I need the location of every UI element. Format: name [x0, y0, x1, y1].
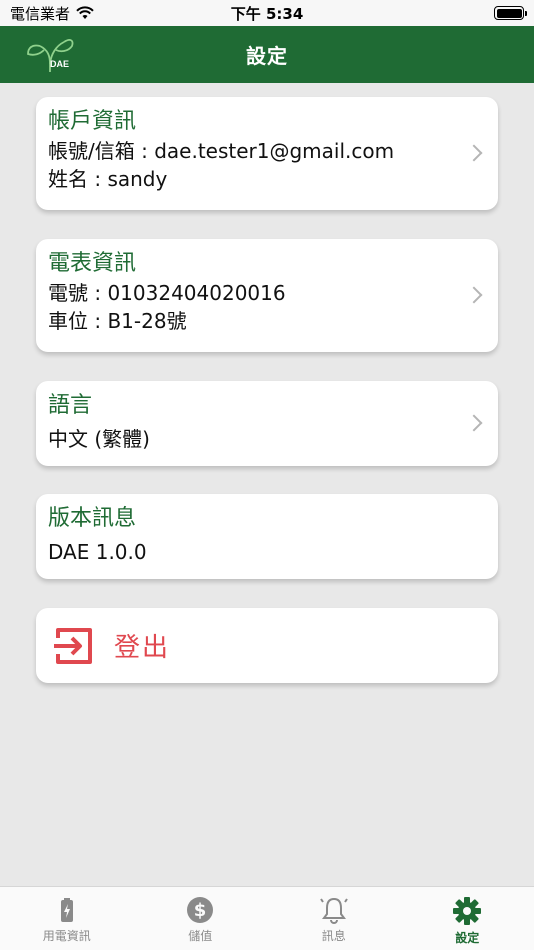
- tab-messages[interactable]: 訊息: [267, 887, 401, 950]
- account-name-label: 姓名: [48, 167, 88, 191]
- language-card[interactable]: 語言 中文 (繁體): [36, 381, 498, 466]
- version-title: 版本訊息: [48, 506, 137, 531]
- meter-number-label: 電號: [48, 281, 88, 305]
- tab-topup[interactable]: $ 儲值: [134, 887, 268, 950]
- language-value: 中文 (繁體): [48, 427, 150, 451]
- meter-info-title: 電表資訊: [48, 251, 137, 276]
- tab-usage-label: 用電資訊: [42, 929, 91, 943]
- battery-charging-icon: [60, 898, 73, 922]
- meter-number-value: 01032404020016: [107, 281, 286, 305]
- parking-slot-label: 車位: [48, 309, 88, 333]
- logout-button[interactable]: 登出: [36, 608, 498, 683]
- account-name-value: sandy: [107, 167, 168, 191]
- parking-slot-row: 車位 : B1-28號: [48, 309, 187, 333]
- wifi-icon: [76, 6, 94, 19]
- page-title: 設定: [246, 44, 288, 68]
- logo-text: DAE: [50, 59, 70, 69]
- status-bar: 電信業者 下午 5:34: [0, 0, 534, 26]
- language-title: 語言: [48, 393, 93, 418]
- logout-icon: [54, 627, 92, 664]
- meter-info-card[interactable]: 電表資訊 電號 : 01032404020016 車位 : B1-28號: [36, 239, 498, 352]
- account-name-row: 姓名 : sandy: [48, 167, 168, 191]
- account-info-card[interactable]: 帳戶資訊 帳號/信箱 : dae.tester1@gmail.com 姓名 : …: [36, 97, 498, 210]
- tab-settings[interactable]: 設定: [401, 887, 534, 950]
- account-email-label: 帳號/信箱: [48, 139, 135, 163]
- logout-label: 登出: [114, 633, 171, 663]
- carrier-name: 電信業者: [10, 4, 71, 23]
- carrier-group: 電信業者: [10, 3, 94, 24]
- meter-number-row: 電號 : 01032404020016: [48, 281, 286, 305]
- tab-settings-label: 設定: [455, 931, 480, 945]
- svg-text:$: $: [194, 900, 207, 921]
- battery-icon: [494, 6, 527, 20]
- parking-slot-value: B1-28號: [107, 309, 187, 333]
- battery-fill: [496, 8, 522, 18]
- bell-icon: [319, 897, 348, 924]
- bottom-tab-bar: 用電資訊 $ 儲值 訊息 設定: [0, 886, 534, 950]
- navigation-header: DAE 設定: [0, 26, 534, 83]
- gear-icon: [453, 897, 482, 925]
- dollar-coin-icon: $: [187, 897, 214, 923]
- tab-topup-label: 儲值: [188, 929, 213, 943]
- dae-leaf-logo-icon: [27, 39, 74, 72]
- account-email-row: 帳號/信箱 : dae.tester1@gmail.com: [48, 139, 395, 163]
- account-info-title: 帳戶資訊: [48, 109, 137, 134]
- tab-messages-label: 訊息: [321, 929, 346, 943]
- version-card: 版本訊息 DAE 1.0.0: [36, 494, 498, 579]
- version-value: DAE 1.0.0: [48, 540, 147, 564]
- account-email-value: dae.tester1@gmail.com: [154, 139, 395, 163]
- tab-usage[interactable]: 用電資訊: [0, 887, 134, 950]
